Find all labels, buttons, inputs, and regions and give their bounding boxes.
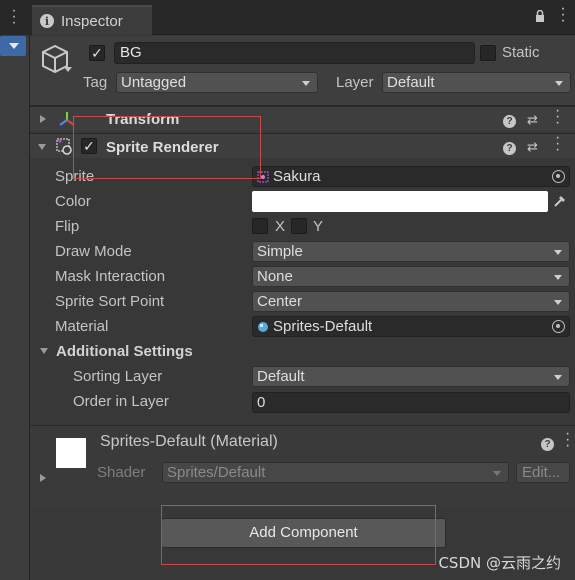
- info-icon: i: [40, 14, 54, 28]
- sprite-sort-point-label: Sprite Sort Point: [55, 293, 165, 310]
- foldout-expanded-icon[interactable]: [38, 144, 46, 150]
- shader-value: Sprites/Default: [167, 464, 266, 481]
- material-title: Sprites-Default (Material): [100, 433, 278, 450]
- help-icon[interactable]: ?: [503, 139, 516, 155]
- chevron-down-icon: [493, 471, 501, 476]
- tag-label: Tag: [83, 74, 108, 91]
- foldout-collapsed-icon[interactable]: [40, 474, 46, 482]
- flip-y-label: Y: [313, 218, 324, 235]
- lock-icon[interactable]: [535, 10, 545, 22]
- material-value: Sprites-Default: [273, 318, 373, 335]
- scene-view-strip: · · ·: [0, 0, 30, 580]
- sorting-layer-label: Sorting Layer: [73, 368, 163, 385]
- chevron-down-icon: [554, 275, 562, 280]
- mask-interaction-dropdown[interactable]: None: [252, 266, 570, 287]
- material-label: Material: [55, 318, 109, 335]
- mask-interaction-label: Mask Interaction: [55, 268, 166, 285]
- foldout-expanded-icon[interactable]: [40, 348, 48, 354]
- watermark: CSDN @云雨之约: [438, 554, 561, 572]
- tag-dropdown[interactable]: Untagged: [116, 72, 318, 93]
- eyedropper-icon[interactable]: [553, 194, 567, 208]
- mask-interaction-value: None: [257, 268, 293, 285]
- sorting-layer-dropdown[interactable]: Default: [252, 366, 570, 387]
- annotation-box-sprite-renderer: [73, 116, 261, 179]
- flip-x-label: X: [275, 218, 286, 235]
- sprite-sort-point-value: Center: [257, 293, 303, 310]
- help-icon[interactable]: ?: [541, 435, 554, 451]
- inspector-tabbar: i Inspector · · ·: [30, 0, 575, 35]
- chevron-down-icon: [555, 81, 563, 86]
- chevron-down-icon[interactable]: [64, 67, 72, 72]
- chevron-down-icon: [554, 250, 562, 255]
- tab-label: Inspector: [61, 12, 123, 30]
- material-object-field[interactable]: Sprites-Default: [252, 316, 570, 337]
- scene-dropdown-button[interactable]: [0, 36, 26, 56]
- material-section: Sprites-Default (Material) ? · · · Shader …: [30, 425, 575, 507]
- order-in-layer-field[interactable]: 0: [252, 392, 570, 413]
- chevron-down-icon: [554, 300, 562, 305]
- gameobject-header: BG Static Tag Untagged Layer Default: [30, 36, 575, 106]
- kebab-menu-icon[interactable]: · · ·: [555, 103, 560, 131]
- sprite-sort-point-dropdown[interactable]: Center: [252, 291, 570, 312]
- order-in-layer-value: 0: [257, 394, 266, 411]
- tab-inspector[interactable]: i Inspector: [32, 5, 152, 35]
- order-in-layer-label: Order in Layer: [73, 393, 169, 410]
- kebab-menu-icon[interactable]: · · ·: [555, 130, 560, 158]
- material-preview: [56, 438, 86, 468]
- help-icon[interactable]: ?: [503, 112, 516, 128]
- scene-tabbar: · · ·: [0, 0, 30, 35]
- preset-icon[interactable]: ⇄: [527, 139, 538, 155]
- foldout-collapsed-icon[interactable]: [40, 115, 46, 123]
- name-field[interactable]: BG: [114, 42, 475, 64]
- draw-mode-label: Draw Mode: [55, 243, 132, 260]
- chevron-down-icon: [554, 375, 562, 380]
- object-picker-icon[interactable]: [552, 320, 565, 333]
- chevron-down-icon: [302, 81, 310, 86]
- draw-mode-dropdown[interactable]: Simple: [252, 241, 570, 262]
- additional-settings-label[interactable]: Additional Settings: [56, 343, 193, 360]
- draw-mode-value: Simple: [257, 243, 303, 260]
- shader-label: Shader: [97, 464, 146, 481]
- sprite-object-field[interactable]: Sakura: [252, 166, 570, 187]
- layer-dropdown[interactable]: Default: [382, 72, 571, 93]
- preset-icon[interactable]: ⇄: [527, 112, 538, 128]
- sprite-renderer-icon: [56, 138, 72, 155]
- flip-y-checkbox[interactable]: [291, 218, 307, 234]
- shader-dropdown[interactable]: Sprites/Default: [162, 462, 509, 483]
- static-label: Static: [502, 44, 540, 61]
- static-checkbox[interactable]: [480, 45, 496, 61]
- object-picker-icon[interactable]: [552, 170, 565, 183]
- kebab-menu-icon[interactable]: · · ·: [565, 426, 570, 454]
- shader-edit-button[interactable]: Edit...: [516, 462, 570, 483]
- active-checkbox[interactable]: [89, 45, 105, 61]
- material-asset-icon: [258, 322, 268, 332]
- kebab-menu-icon[interactable]: · · ·: [9, 3, 19, 31]
- color-swatch[interactable]: [252, 191, 548, 212]
- color-label: Color: [55, 193, 91, 210]
- flip-label: Flip: [55, 218, 80, 235]
- layer-value: Default: [387, 74, 435, 91]
- annotation-box-add-component: [161, 505, 436, 565]
- layer-label: Layer: [336, 74, 374, 91]
- flip-x-checkbox[interactable]: [252, 218, 268, 234]
- sprite-value: Sakura: [273, 168, 321, 185]
- kebab-menu-icon[interactable]: · · ·: [559, 1, 567, 29]
- sorting-layer-value: Default: [257, 368, 305, 385]
- tag-value: Untagged: [121, 74, 187, 91]
